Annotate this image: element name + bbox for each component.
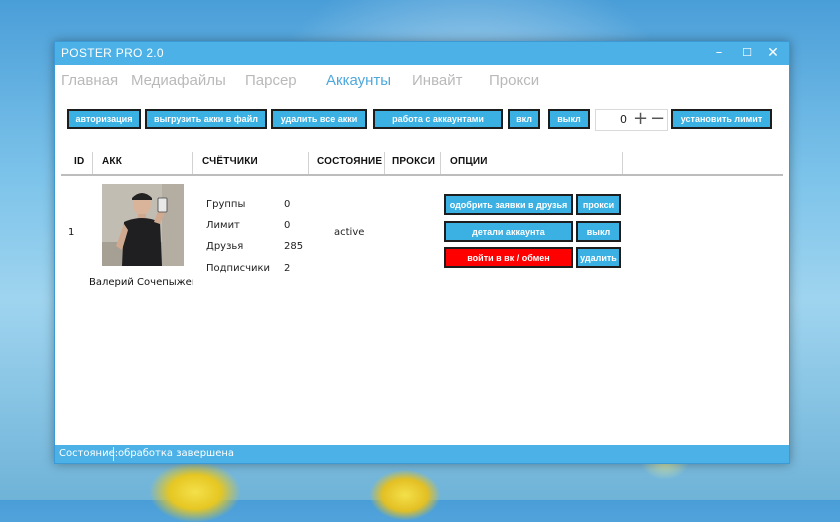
app-title: POSTER PRO 2.0	[61, 46, 164, 60]
column-divider	[384, 152, 385, 174]
avatar-photo	[102, 184, 184, 266]
minus-icon[interactable]: −	[650, 108, 665, 129]
title-bar[interactable]: POSTER PRO 2.0 – ☐ ✕	[55, 42, 789, 65]
tab-media[interactable]: Медиафайлы	[131, 72, 226, 89]
counter-label-limit: Лимит	[206, 220, 240, 231]
status-label: Состояние:	[59, 448, 119, 459]
counter-value-friends: 285	[284, 241, 304, 252]
tab-main[interactable]: Главная	[61, 72, 118, 89]
status-value: обработка завершена	[118, 448, 235, 459]
column-header-proxy: ПРОКСИ	[392, 156, 436, 167]
status-divider	[113, 447, 114, 461]
tab-parser[interactable]: Парсер	[245, 72, 297, 89]
wallpaper-flower	[370, 470, 440, 520]
counter-value-subscribers: 2	[284, 263, 291, 274]
tab-invite[interactable]: Инвайт	[412, 72, 462, 89]
export-accounts-button[interactable]: выгрузить акки в файл	[145, 109, 267, 129]
login-vk-button[interactable]: войти в вк / обмен	[444, 247, 573, 268]
column-header-account: АКК	[102, 156, 123, 167]
column-divider	[92, 152, 93, 174]
authorize-button[interactable]: авторизация	[67, 109, 141, 129]
column-divider	[308, 152, 309, 174]
account-details-button[interactable]: детали аккаунта	[444, 221, 573, 242]
tab-accounts[interactable]: Аккаунты	[326, 72, 391, 89]
plus-icon[interactable]: +	[633, 108, 648, 129]
approve-friend-requests-button[interactable]: одобрить заявки в друзья	[444, 194, 573, 215]
column-header-counters: СЧЁТЧИКИ	[202, 156, 258, 167]
column-header-id: ID	[74, 156, 85, 167]
app-window: POSTER PRO 2.0 – ☐ ✕ Главная Медиафайлы …	[54, 41, 790, 464]
counter-value-limit: 0	[284, 220, 291, 231]
row-id: 1	[68, 227, 75, 238]
set-limit-button[interactable]: установить лимит	[671, 109, 772, 129]
close-icon[interactable]: ✕	[763, 45, 783, 61]
proxy-button[interactable]: прокси	[576, 194, 621, 215]
work-with-accounts-button[interactable]: работа с аккаунтами	[373, 109, 503, 129]
column-divider	[192, 152, 193, 174]
account-name: Валерий Сочепыженко	[89, 277, 193, 288]
disable-button[interactable]: выкл	[548, 109, 590, 129]
wallpaper-flower	[150, 462, 240, 522]
counter-label-subscribers: Подписчики	[206, 263, 271, 274]
account-state: active	[334, 227, 365, 238]
delete-account-button[interactable]: удалить	[576, 247, 621, 268]
status-bar: Состояние: обработка завершена	[55, 445, 789, 463]
delete-all-accounts-button[interactable]: удалить все акки	[271, 109, 367, 129]
column-divider	[622, 152, 623, 174]
minimize-icon[interactable]: –	[709, 45, 729, 61]
column-header-options: ОПЦИИ	[450, 156, 488, 167]
tab-proxy[interactable]: Прокси	[489, 72, 539, 89]
avatar[interactable]	[102, 184, 184, 266]
limit-stepper[interactable]: 0 + −	[595, 108, 668, 131]
limit-value[interactable]: 0	[620, 113, 627, 126]
counter-label-friends: Друзья	[206, 241, 244, 252]
counter-label-groups: Группы	[206, 199, 246, 210]
maximize-icon[interactable]: ☐	[737, 45, 757, 61]
table-header: ID АКК СЧЁТЧИКИ СОСТОЯНИЕ ПРОКСИ ОПЦИИ	[61, 152, 783, 176]
column-divider	[440, 152, 441, 174]
counter-value-groups: 0	[284, 199, 291, 210]
account-disable-button[interactable]: выкл	[576, 221, 621, 242]
enable-button[interactable]: вкл	[508, 109, 540, 129]
column-header-state: СОСТОЯНИЕ	[317, 156, 383, 167]
